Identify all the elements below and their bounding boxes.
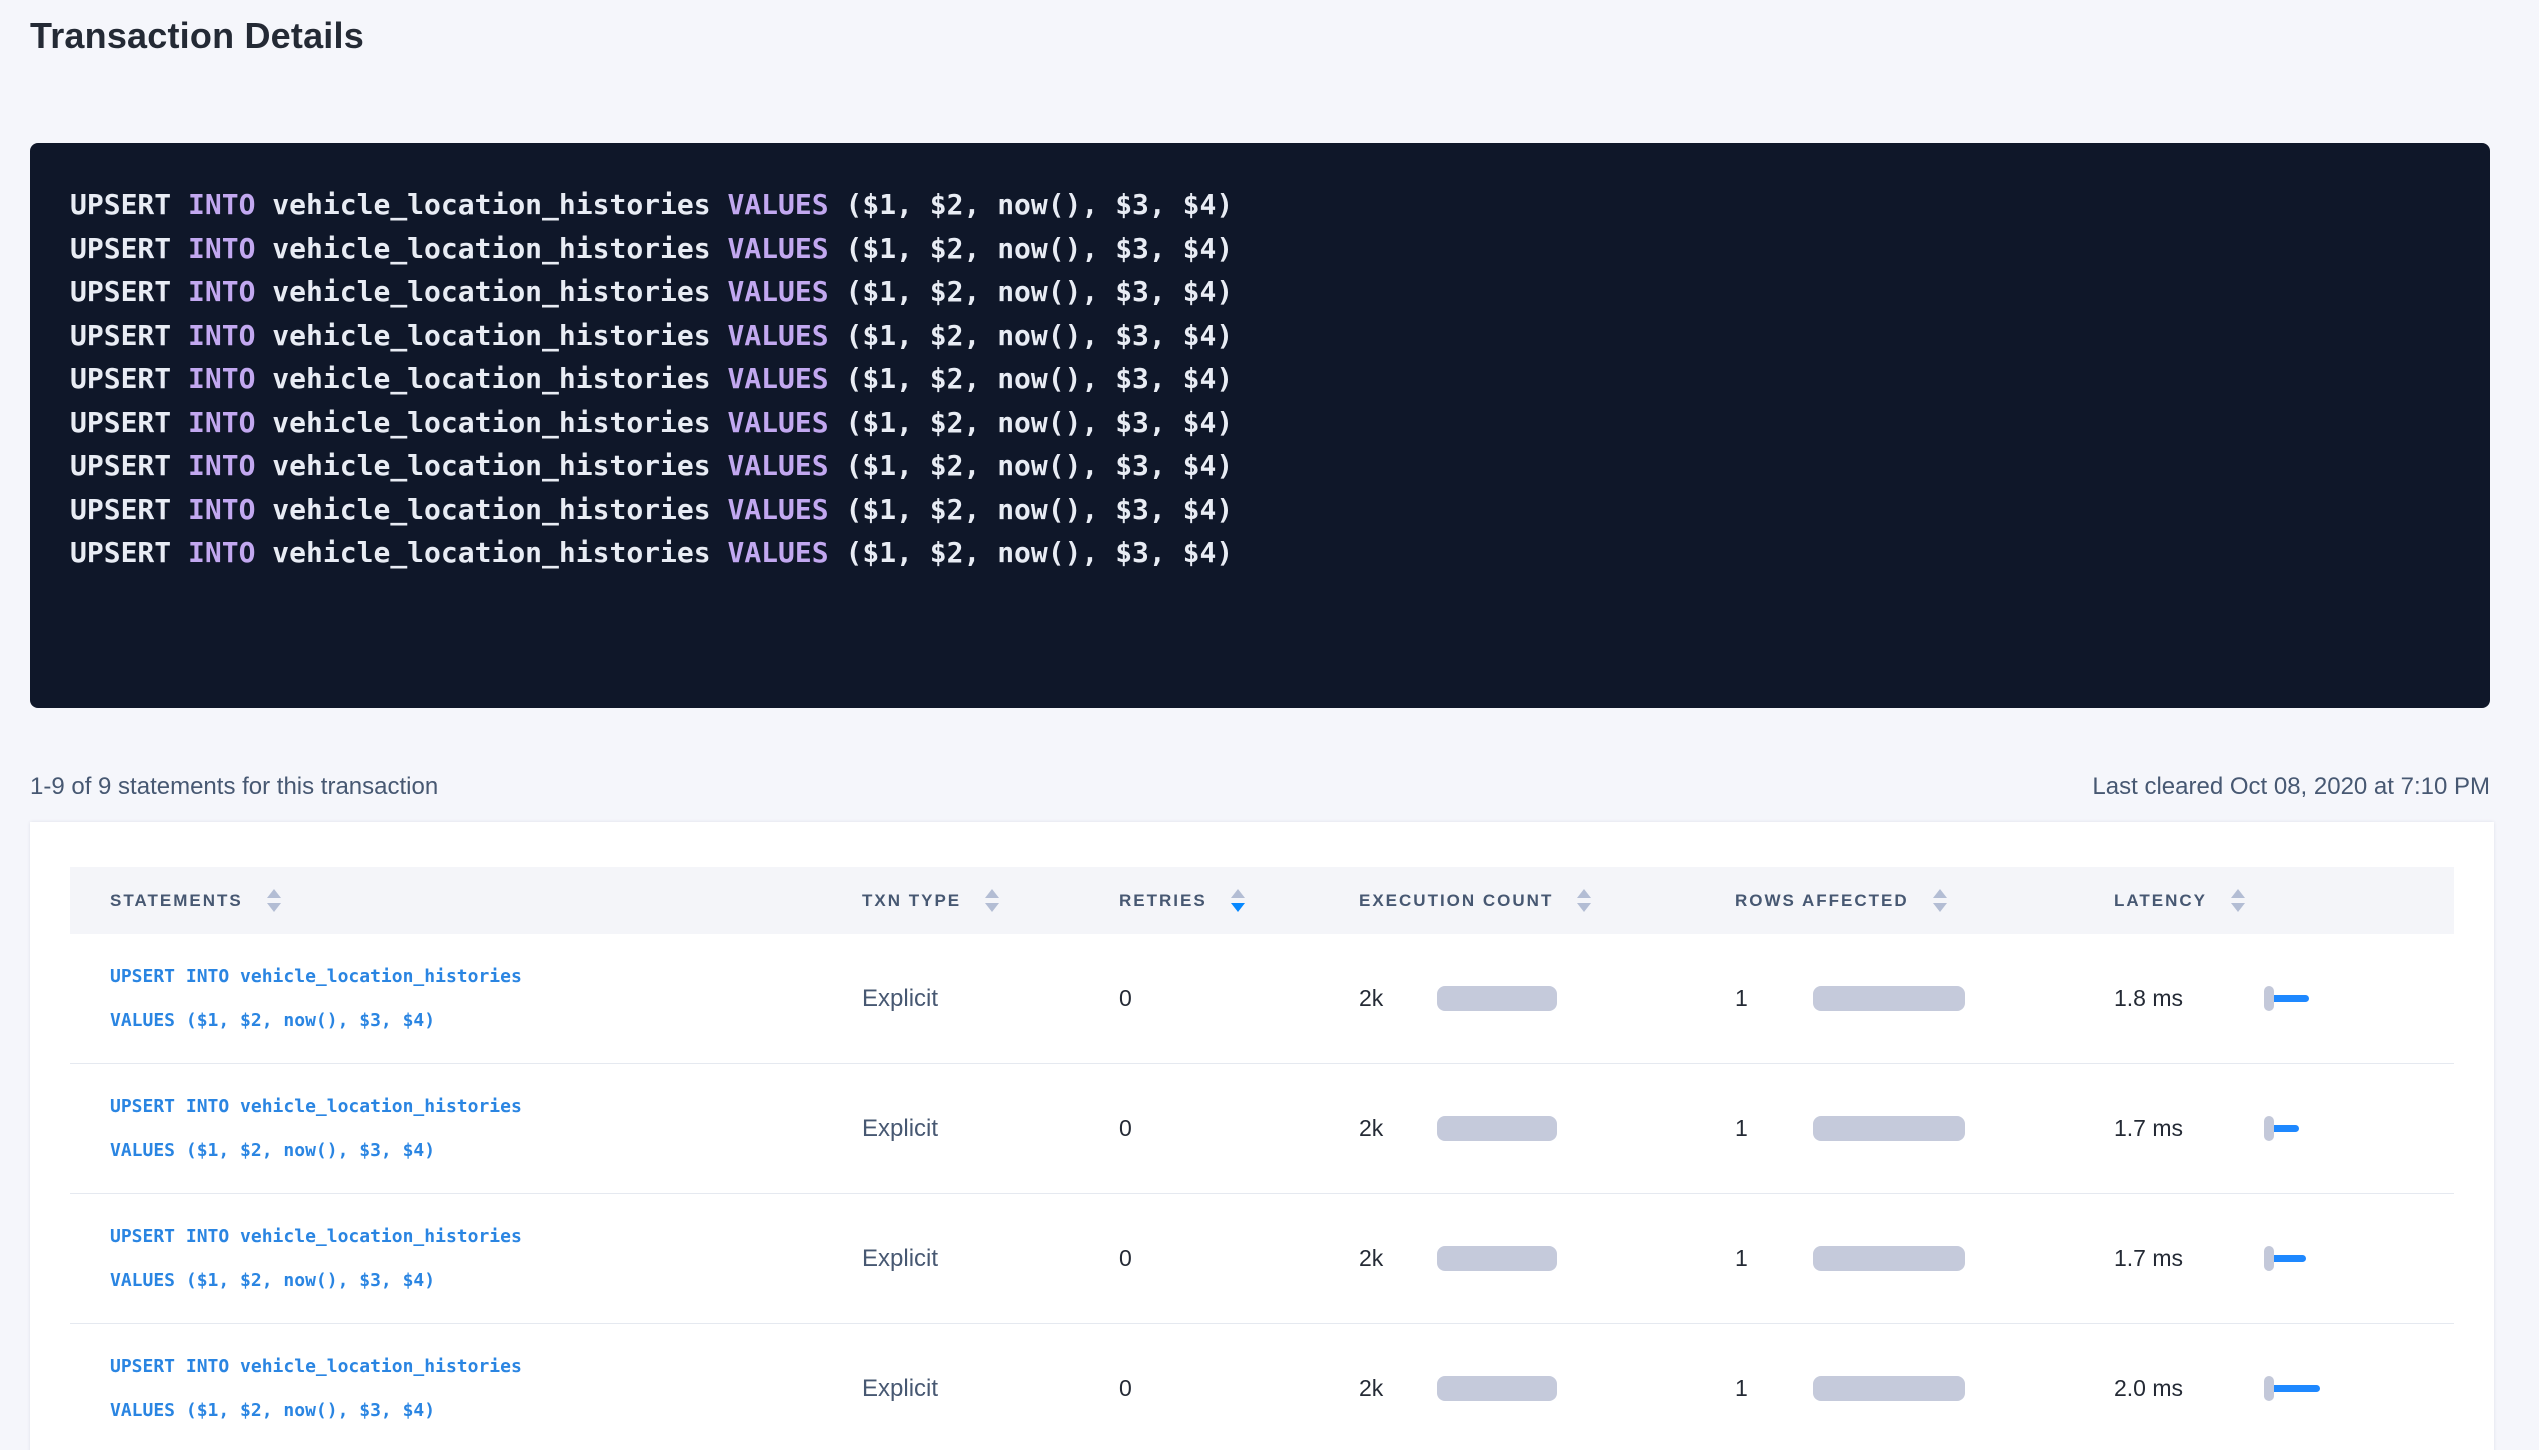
column-header-rows-affected[interactable]: ROWS AFFECTED (1735, 889, 2114, 912)
retries-cell: 0 (1119, 985, 1359, 1012)
statement-cell: UPSERT INTO vehicle_location_historiesVA… (70, 955, 862, 1043)
latency-marker-pill (2264, 986, 2274, 1011)
rows-affected-bar (1813, 1246, 1965, 1271)
column-label: TXN TYPE (862, 891, 961, 911)
txn-type-cell: Explicit (862, 1245, 1119, 1273)
table-row: UPSERT INTO vehicle_location_historiesVA… (70, 1324, 2454, 1450)
sql-line: UPSERT INTO vehicle_location_histories V… (70, 227, 2450, 271)
column-header-latency[interactable]: LATENCY (2114, 889, 2454, 912)
execution-count-cell: 2k (1359, 1245, 1735, 1272)
retries-cell: 0 (1119, 1245, 1359, 1272)
sql-line: UPSERT INTO vehicle_location_histories V… (70, 531, 2450, 575)
txn-type-cell: Explicit (862, 1375, 1119, 1403)
column-label: ROWS AFFECTED (1735, 891, 1909, 911)
latency-chart (2264, 986, 2334, 1011)
execution-count-bar (1437, 1116, 1557, 1141)
txn-type-cell: Explicit (862, 985, 1119, 1013)
statement-link[interactable]: UPSERT INTO vehicle_location_historiesVA… (110, 1345, 862, 1433)
last-cleared-text: Last cleared Oct 08, 2020 at 7:10 PM (2092, 770, 2490, 804)
rows-affected-bar (1813, 1376, 1965, 1401)
latency-cell: 1.7 ms (2114, 1245, 2454, 1272)
rows-affected-cell: 1 (1735, 985, 2114, 1012)
rows-affected-bar (1813, 986, 1965, 1011)
statement-cell: UPSERT INTO vehicle_location_historiesVA… (70, 1085, 862, 1173)
sort-arrows-icon[interactable] (1577, 889, 1591, 912)
execution-count-bar (1437, 986, 1557, 1011)
txn-type-cell: Explicit (862, 1115, 1119, 1143)
sql-line: UPSERT INTO vehicle_location_histories V… (70, 401, 2450, 445)
sort-arrows-icon[interactable] (267, 889, 281, 912)
column-label: RETRIES (1119, 891, 1207, 911)
table-row: UPSERT INTO vehicle_location_historiesVA… (70, 1064, 2454, 1194)
sql-line: UPSERT INTO vehicle_location_histories V… (70, 488, 2450, 532)
latency-chart (2264, 1376, 2334, 1401)
table-header-row: STATEMENTS TXN TYPE RETRIES EXECUTION CO… (70, 867, 2454, 934)
execution-count-cell: 2k (1359, 1375, 1735, 1402)
table-row: UPSERT INTO vehicle_location_historiesVA… (70, 934, 2454, 1064)
latency-cell: 1.8 ms (2114, 985, 2454, 1012)
execution-count-bar (1437, 1246, 1557, 1271)
sql-line: UPSERT INTO vehicle_location_histories V… (70, 357, 2450, 401)
table-body: UPSERT INTO vehicle_location_historiesVA… (70, 934, 2454, 1450)
sort-arrows-icon[interactable] (1933, 889, 1947, 912)
execution-count-cell: 2k (1359, 1115, 1735, 1142)
rows-affected-cell: 1 (1735, 1115, 2114, 1142)
retries-cell: 0 (1119, 1375, 1359, 1402)
sort-arrows-icon[interactable] (2231, 889, 2245, 912)
sort-arrows-icon[interactable] (1231, 889, 1245, 912)
table-row: UPSERT INTO vehicle_location_historiesVA… (70, 1194, 2454, 1324)
statement-cell: UPSERT INTO vehicle_location_historiesVA… (70, 1215, 862, 1303)
rows-affected-cell: 1 (1735, 1245, 2114, 1272)
rows-affected-cell: 1 (1735, 1375, 2114, 1402)
column-header-txn-type[interactable]: TXN TYPE (862, 889, 1119, 912)
execution-count-bar (1437, 1376, 1557, 1401)
statement-link[interactable]: UPSERT INTO vehicle_location_historiesVA… (110, 955, 862, 1043)
statement-link[interactable]: UPSERT INTO vehicle_location_historiesVA… (110, 1215, 862, 1303)
column-label: STATEMENTS (110, 891, 243, 911)
statements-table-card: STATEMENTS TXN TYPE RETRIES EXECUTION CO… (30, 822, 2494, 1450)
latency-marker-pill (2264, 1116, 2274, 1141)
latency-cell: 1.7 ms (2114, 1115, 2454, 1142)
column-header-execution-count[interactable]: EXECUTION COUNT (1359, 889, 1735, 912)
page-title: Transaction Details (30, 14, 2490, 58)
execution-count-cell: 2k (1359, 985, 1735, 1012)
sql-statements-code-block: UPSERT INTO vehicle_location_histories V… (30, 143, 2490, 708)
retries-cell: 0 (1119, 1115, 1359, 1142)
latency-marker-pill (2264, 1246, 2274, 1271)
sql-line: UPSERT INTO vehicle_location_histories V… (70, 270, 2450, 314)
column-header-statements[interactable]: STATEMENTS (70, 889, 862, 912)
latency-chart (2264, 1246, 2334, 1271)
sql-line: UPSERT INTO vehicle_location_histories V… (70, 314, 2450, 358)
statement-link[interactable]: UPSERT INTO vehicle_location_historiesVA… (110, 1085, 862, 1173)
column-label: LATENCY (2114, 891, 2207, 911)
latency-marker-pill (2264, 1376, 2274, 1401)
sort-arrows-icon[interactable] (985, 889, 999, 912)
rows-affected-bar (1813, 1116, 1965, 1141)
transaction-details-page: Transaction Details UPSERT INTO vehicle_… (30, 14, 2490, 1450)
latency-cell: 2.0 ms (2114, 1375, 2454, 1402)
sql-line: UPSERT INTO vehicle_location_histories V… (70, 183, 2450, 227)
sql-line: UPSERT INTO vehicle_location_histories V… (70, 444, 2450, 488)
column-header-retries[interactable]: RETRIES (1119, 889, 1359, 912)
latency-chart (2264, 1116, 2334, 1141)
statements-count-text: 1-9 of 9 statements for this transaction (30, 770, 438, 804)
statement-cell: UPSERT INTO vehicle_location_historiesVA… (70, 1345, 862, 1433)
summary-row: 1-9 of 9 statements for this transaction… (30, 770, 2490, 804)
column-label: EXECUTION COUNT (1359, 891, 1553, 911)
